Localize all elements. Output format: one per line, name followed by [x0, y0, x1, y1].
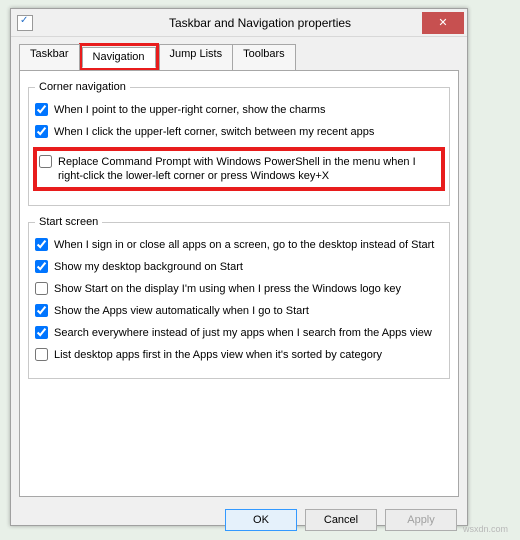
checkbox-row-recent-apps[interactable]: When I click the upper-left corner, swit…	[35, 125, 443, 139]
group-start-legend: Start screen	[35, 216, 102, 228]
checkbox-start-display[interactable]	[35, 282, 48, 295]
watermark: wsxdn.com	[463, 524, 508, 534]
checkbox-row-apps-view[interactable]: Show the Apps view automatically when I …	[35, 304, 443, 318]
ok-button[interactable]: OK	[225, 509, 297, 531]
checkbox-recent-apps-label: When I click the upper-left corner, swit…	[54, 125, 374, 139]
checkbox-recent-apps[interactable]	[35, 125, 48, 138]
titlebar: Taskbar and Navigation properties ✕	[11, 9, 467, 37]
checkbox-row-list-desktop-first[interactable]: List desktop apps first in the Apps view…	[35, 348, 443, 362]
tab-panel: Corner navigation When I point to the up…	[19, 70, 459, 497]
checkbox-row-start-display[interactable]: Show Start on the display I'm using when…	[35, 282, 443, 296]
checkbox-apps-view[interactable]	[35, 304, 48, 317]
cancel-button[interactable]: Cancel	[305, 509, 377, 531]
checkbox-list-desktop-first[interactable]	[35, 348, 48, 361]
apply-button[interactable]: Apply	[385, 509, 457, 531]
checkbox-charms-label: When I point to the upper-right corner, …	[54, 103, 325, 117]
group-corner-navigation: Corner navigation When I point to the up…	[28, 81, 450, 206]
highlight-box-powershell: Replace Command Prompt with Windows Powe…	[33, 147, 445, 191]
checkbox-row-desktop-bg[interactable]: Show my desktop background on Start	[35, 260, 443, 274]
tab-navigation[interactable]: Navigation	[82, 47, 156, 68]
properties-window: Taskbar and Navigation properties ✕ Task…	[10, 8, 468, 526]
checkbox-search-everywhere[interactable]	[35, 326, 48, 339]
checkbox-powershell[interactable]	[39, 155, 52, 168]
checkbox-row-powershell[interactable]: Replace Command Prompt with Windows Powe…	[39, 155, 439, 183]
tab-taskbar[interactable]: Taskbar	[19, 44, 80, 71]
tab-strip: Taskbar Navigation Jump Lists Toolbars	[19, 43, 459, 70]
checkbox-start-display-label: Show Start on the display I'm using when…	[54, 282, 401, 296]
checkbox-search-everywhere-label: Search everywhere instead of just my app…	[54, 326, 432, 340]
close-button[interactable]: ✕	[422, 12, 464, 34]
highlight-box-tab: Navigation	[79, 43, 159, 70]
group-start-screen: Start screen When I sign in or close all…	[28, 216, 450, 379]
checkbox-desktop-bg-label: Show my desktop background on Start	[54, 260, 243, 274]
group-corner-legend: Corner navigation	[35, 81, 130, 93]
tab-toolbars[interactable]: Toolbars	[232, 44, 296, 71]
checkbox-row-charms[interactable]: When I point to the upper-right corner, …	[35, 103, 443, 117]
checkbox-list-desktop-first-label: List desktop apps first in the Apps view…	[54, 348, 382, 362]
system-menu-icon[interactable]	[17, 15, 33, 31]
close-icon: ✕	[438, 16, 447, 29]
checkbox-desktop-bg[interactable]	[35, 260, 48, 273]
checkbox-apps-view-label: Show the Apps view automatically when I …	[54, 304, 309, 318]
checkbox-charms[interactable]	[35, 103, 48, 116]
checkbox-row-desktop-signin[interactable]: When I sign in or close all apps on a sc…	[35, 238, 443, 252]
checkbox-row-search-everywhere[interactable]: Search everywhere instead of just my app…	[35, 326, 443, 340]
checkbox-desktop-signin[interactable]	[35, 238, 48, 251]
checkbox-desktop-signin-label: When I sign in or close all apps on a sc…	[54, 238, 434, 252]
dialog-footer: OK Cancel Apply	[11, 503, 467, 539]
checkbox-powershell-label: Replace Command Prompt with Windows Powe…	[58, 155, 439, 183]
tab-jump-lists[interactable]: Jump Lists	[159, 44, 234, 71]
